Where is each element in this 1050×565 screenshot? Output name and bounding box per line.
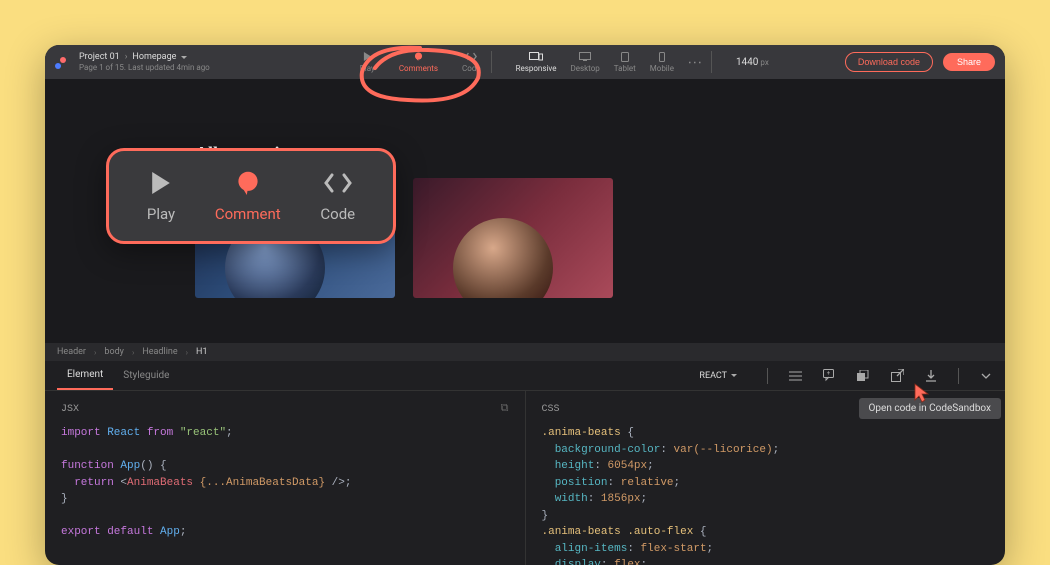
device-tab-label: Mobile	[650, 64, 674, 73]
mode-tabs: Play Comments Code	[360, 52, 481, 73]
share-button[interactable]: Share	[943, 53, 995, 71]
mode-tab-code[interactable]: Code	[462, 52, 481, 73]
chevron-down-icon[interactable]	[979, 369, 993, 383]
width-unit: px	[760, 58, 768, 67]
panel-tab-element[interactable]: Element	[57, 361, 113, 390]
dom-node[interactable]: Header	[57, 347, 86, 357]
page-subtitle: Page 1 of 15. Last updated 4min ago	[79, 63, 210, 73]
chevron-icon: ›	[186, 348, 188, 357]
tablet-icon	[618, 52, 632, 62]
code-toolbar: REACT +	[699, 368, 993, 384]
mobile-icon	[655, 52, 669, 62]
app-window: Project 01 › Homepage Page 1 of 15. Last…	[45, 45, 1005, 565]
chevron-icon: ›	[94, 348, 96, 357]
mode-tab-comments[interactable]: Comments	[399, 52, 438, 73]
device-tab-tablet[interactable]: Tablet	[614, 52, 636, 73]
comment-icon	[412, 52, 424, 62]
panel-tabs: Element Styleguide REACT +	[45, 361, 1005, 391]
copy-stack-icon[interactable]	[856, 369, 870, 383]
play-icon	[361, 52, 373, 62]
device-tab-label: Responsive	[516, 64, 557, 73]
device-tab-label: Desktop	[571, 64, 600, 73]
app-logo[interactable]	[55, 55, 69, 69]
cursor-icon	[913, 382, 931, 408]
concert-card[interactable]	[413, 178, 613, 298]
device-tab-label: Tablet	[614, 64, 636, 73]
callout-code[interactable]: Code	[320, 169, 355, 223]
play-icon	[147, 169, 175, 197]
callout-label: Code	[320, 205, 355, 223]
breadcrumb-page[interactable]: Homepage	[132, 52, 176, 63]
divider	[491, 51, 492, 73]
divider	[958, 368, 959, 384]
pane-label: JSX	[61, 404, 79, 415]
device-tab-responsive[interactable]: Responsive	[516, 52, 557, 73]
chevron-icon: ›	[125, 52, 128, 63]
callout-comment[interactable]: Comment	[215, 169, 281, 223]
chevron-icon: ›	[132, 348, 134, 357]
list-icon[interactable]	[788, 369, 802, 383]
divider	[767, 368, 768, 384]
responsive-icon	[529, 52, 543, 62]
code-icon	[324, 169, 352, 197]
concert-image	[453, 218, 553, 298]
panel-tab-styleguide[interactable]: Styleguide	[113, 362, 179, 389]
dom-node-active[interactable]: H1	[196, 347, 207, 357]
open-external-icon[interactable]	[890, 369, 904, 383]
topbar: Project 01 › Homepage Page 1 of 15. Last…	[45, 45, 1005, 79]
mode-tab-label: Code	[462, 64, 481, 73]
device-tab-mobile[interactable]: Mobile	[650, 52, 674, 73]
breadcrumb-project[interactable]: Project 01	[79, 52, 120, 63]
add-comment-icon[interactable]: +	[822, 369, 836, 383]
breadcrumb-area: Project 01 › Homepage Page 1 of 15. Last…	[79, 52, 210, 72]
width-value: 1440	[736, 57, 758, 68]
more-icon[interactable]: ⋮	[686, 56, 702, 69]
pane-label: CSS	[542, 404, 560, 415]
callout-label: Comment	[215, 205, 281, 223]
breadcrumb[interactable]: Project 01 › Homepage	[79, 52, 210, 63]
comment-icon	[234, 169, 262, 197]
svg-text:+: +	[826, 370, 830, 377]
caret-down-icon	[731, 374, 737, 377]
download-code-button[interactable]: Download code	[845, 52, 933, 72]
mode-tab-label: Comments	[399, 64, 438, 73]
viewport-width[interactable]: 1440 px	[736, 57, 769, 68]
copy-icon[interactable]: ⧉	[501, 403, 509, 415]
callout-popup: Play Comment Code	[106, 148, 396, 244]
code-icon	[465, 52, 477, 62]
caret-down-icon[interactable]	[181, 56, 187, 59]
framework-value: REACT	[699, 371, 727, 381]
framework-select[interactable]: REACT	[699, 371, 737, 381]
dom-node[interactable]: body	[104, 347, 124, 357]
dom-breadcrumb: Header › body › Headline › H1	[45, 343, 1005, 361]
callout-play[interactable]: Play	[147, 169, 175, 223]
dom-node[interactable]: Headline	[142, 347, 177, 357]
device-tabs: Responsive Desktop Tablet Mobile ⋮	[516, 52, 701, 73]
jsx-pane: JSX ⧉ import React from "react"; functio…	[45, 391, 525, 565]
pane-header: JSX ⧉	[61, 403, 509, 415]
download-icon[interactable]	[924, 369, 938, 383]
desktop-icon	[578, 52, 592, 62]
device-tab-desktop[interactable]: Desktop	[571, 52, 600, 73]
callout-label: Play	[147, 205, 175, 223]
mode-tab-play[interactable]: Play	[360, 52, 375, 73]
mode-tab-label: Play	[360, 64, 375, 73]
divider	[711, 51, 712, 73]
